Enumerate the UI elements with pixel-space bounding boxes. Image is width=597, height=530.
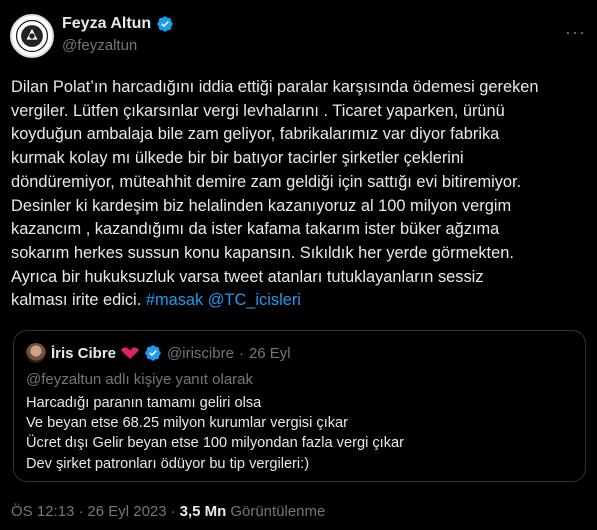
- quote-header: İris Cibre @iriscibre · 26 Eyl: [26, 343, 291, 363]
- view-count-label: Görüntülenme: [230, 503, 326, 520]
- tweet-line: Dilan Polat’ın harcadığını iddia ettiği …: [11, 78, 539, 96]
- quote-text: Harcadığı paranın tamamı geliri olsa Ve …: [26, 393, 404, 474]
- tweet-text: Dilan Polat’ın harcadığını iddia ettiği …: [11, 76, 589, 313]
- tweet-line: Ayrıca bir hukuksuzluk varsa tweet atanl…: [11, 267, 484, 286]
- quote-avatar[interactable]: [26, 343, 46, 363]
- tweet-header: Feyza Altun @feyzaltun ···: [10, 12, 590, 62]
- footer-separator: ·: [78, 503, 84, 520]
- tweet-line: Desinler ki kardeşim biz helalinden kaza…: [11, 196, 512, 215]
- tweet-line: kazancım , kazandığımı da ister kafama t…: [11, 220, 500, 239]
- red-heart-emoji-icon: [121, 347, 140, 359]
- tweet-last-text: kalması irite edici.: [11, 291, 142, 310]
- quote-line: Ücret dışı Gelir beyan etse 100 milyonda…: [26, 435, 404, 452]
- quoted-tweet[interactable]: İris Cibre @iriscibre · 26 Eyl @feyzaltu…: [13, 330, 586, 482]
- quote-author-name[interactable]: İris Cibre: [51, 345, 116, 362]
- tweet-line: koyduğun ambalaja bile zam geliyor, fabr…: [11, 125, 500, 144]
- view-count[interactable]: 3,5 Mn: [180, 503, 227, 520]
- tweet-time[interactable]: ÖS 12:13: [11, 503, 74, 520]
- more-horizontal-icon[interactable]: ···: [565, 22, 586, 43]
- quote-author-handle[interactable]: @iriscibre: [167, 345, 234, 362]
- quote-line: Ve beyan etse 68.25 milyon kurumlar verg…: [26, 415, 349, 432]
- tweet-line: vergiler. Lütfen çıkarsınlar vergi levha…: [11, 101, 505, 120]
- quote-separator: ·: [238, 344, 244, 362]
- author-name[interactable]: Feyza Altun: [62, 15, 151, 33]
- author-avatar[interactable]: [10, 14, 54, 58]
- footer-separator: ·: [170, 503, 176, 520]
- quote-line: Harcadığı paranın tamamı geliri olsa: [26, 395, 262, 411]
- quote-date[interactable]: 26 Eyl: [249, 345, 291, 362]
- mention-link[interactable]: @TC_icisleri: [208, 291, 301, 309]
- tweet-line: döndüremiyor, müteahhit demire zam geldi…: [11, 172, 522, 191]
- tweet-footer: ÖS 12:13 · 26 Eyl 2023 · 3,5 Mn Görüntül…: [11, 503, 325, 520]
- quote-verified-badge-icon: [145, 345, 161, 361]
- author-avatar-logo: [12, 16, 52, 56]
- quote-line: Dev şirket patronları ödüyor bu tip verg…: [26, 455, 310, 472]
- tweet-line: kurmak kolay mı ülkede bir bir batıyor t…: [11, 149, 464, 168]
- author-name-row: Feyza Altun: [62, 15, 174, 33]
- hashtag-link[interactable]: #masak: [146, 291, 203, 309]
- verified-badge-icon: [157, 16, 173, 32]
- author-handle[interactable]: @feyzaltun: [62, 37, 137, 54]
- tweet-line: sokarım herkes sussun konu kapansın. Sık…: [11, 243, 514, 262]
- tweet-line-last: kalması irite edici. #masak @TC_icisleri: [11, 289, 589, 313]
- tweet-date[interactable]: 26 Eyl 2023: [87, 503, 166, 520]
- quote-reply-to: @feyzaltun adlı kişiye yanıt olarak: [26, 371, 253, 388]
